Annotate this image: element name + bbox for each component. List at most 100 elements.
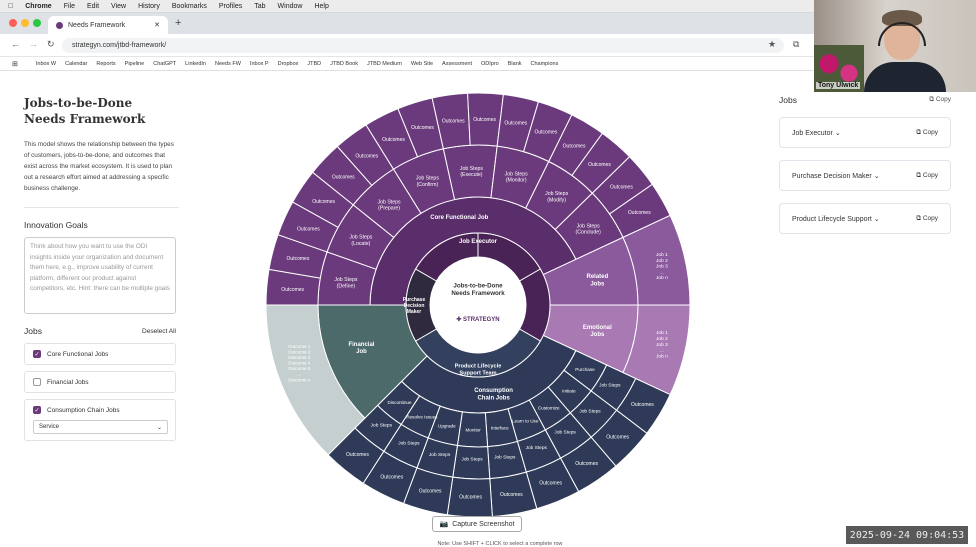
row-label: Product Lifecycle Support <box>792 215 872 223</box>
menu-bookmarks[interactable]: Bookmarks <box>172 3 207 10</box>
outcome-label: Outcomes <box>500 492 523 498</box>
forward-icon[interactable]: → <box>29 39 38 49</box>
minimize-window-icon[interactable] <box>21 19 29 27</box>
chain-item-label: Resolve Issues <box>406 414 438 419</box>
menu-chrome[interactable]: Chrome <box>25 3 51 10</box>
outcome-label: Outcomes <box>588 162 611 168</box>
divider <box>24 207 179 208</box>
service-select-value: Service <box>39 424 60 430</box>
right-panel: Jobs ⧉ Copy Job Executor ⌄ ⧉ Copy Purcha… <box>779 95 954 234</box>
capture-screenshot-button[interactable]: 📷 Capture Screenshot <box>432 516 522 532</box>
job-toggle-label: Core Functional Jobs <box>47 350 109 358</box>
copy-button[interactable]: ⧉ Copy <box>916 129 938 137</box>
bookmark-calendar[interactable]: Calendar <box>65 61 87 67</box>
needs-framework-wheel[interactable]: Job Steps (Define) Outcomes Outcomes Job Ste… <box>264 93 692 517</box>
copy-all-button[interactable]: ⧉ Copy <box>929 96 951 104</box>
bookmark-dropbox[interactable]: Dropbox <box>278 61 299 67</box>
url-text: strategyn.com/jtbd-framework/ <box>72 42 167 49</box>
job-executor-row[interactable]: Job Executor ⌄ ⧉ Copy <box>779 117 951 148</box>
product-lifecycle-support-row[interactable]: Product Lifecycle Support ⌄ ⧉ Copy <box>779 203 951 234</box>
bookmark-reports[interactable]: Reports <box>96 61 115 67</box>
outcome-label: Outcomes <box>473 117 496 123</box>
chain-item-label: Monitor <box>465 428 481 433</box>
bookmark-jtbd-medium[interactable]: JTBD Medium <box>367 61 402 67</box>
copy-label: Copy <box>922 214 938 222</box>
chain-item-label: Interface <box>491 426 509 431</box>
core-job-step-label: Job Steps (Modify) <box>545 191 568 203</box>
job-toggle-consumption-chain[interactable]: ✓ Consumption Chain Jobs Service ⌄ <box>24 399 176 441</box>
chain-item-label: Purchase <box>575 367 595 372</box>
participant-name: Tony Ulwick <box>816 82 861 89</box>
row-label: Purchase Decision Maker <box>792 172 872 180</box>
menu-edit[interactable]: Edit <box>87 3 99 10</box>
apps-icon[interactable]: ⊞ <box>12 60 18 68</box>
bookmark-champions[interactable]: Champions <box>531 61 559 67</box>
menu-tab[interactable]: Tab <box>254 3 265 10</box>
copy-label: Copy <box>922 171 938 179</box>
bookmark-odipro[interactable]: ODIpro <box>481 61 499 67</box>
chevron-down-icon: ⌄ <box>156 424 162 431</box>
bookmark-star-icon[interactable]: ★ <box>768 39 776 50</box>
bookmark-jtbd-book[interactable]: JTBD Book <box>330 61 358 67</box>
outcome-label: Outcomes <box>459 495 482 501</box>
job-steps-label: Job Steps <box>461 457 483 463</box>
purchase-decision-maker-row[interactable]: Purchase Decision Maker ⌄ ⧉ Copy <box>779 160 951 191</box>
apple-icon[interactable]:  <box>8 3 13 10</box>
chain-item-label: Customize <box>538 406 560 411</box>
menu-view[interactable]: View <box>111 3 126 10</box>
innovation-goals-textarea[interactable]: Think about how you want to use the ODI … <box>24 237 176 314</box>
core-job-step-label: Job Steps (Conclude) <box>575 223 601 235</box>
menu-window[interactable]: Window <box>278 3 303 10</box>
bookmark-web-site[interactable]: Web Site <box>411 61 433 67</box>
bookmark-needs-fw[interactable]: Needs FW <box>215 61 241 67</box>
address-bar-row: ← → ↻ strategyn.com/jtbd-framework/ ★ ⧉ <box>0 34 815 57</box>
checkbox-checked-icon[interactable]: ✓ <box>33 406 41 414</box>
job-executor-toggle[interactable]: Job Executor ⌄ <box>792 129 841 137</box>
core-job-step-label: Job Steps (Locate) <box>349 235 372 247</box>
chain-item-label: Discontinue <box>388 400 412 405</box>
new-tab-button[interactable]: + <box>175 17 181 29</box>
tab-needs-framework[interactable]: Needs Framework ✕ <box>48 16 168 34</box>
close-window-icon[interactable] <box>9 19 17 27</box>
purchase-decision-maker-toggle[interactable]: Purchase Decision Maker ⌄ <box>792 172 880 180</box>
product-lifecycle-support-toggle[interactable]: Product Lifecycle Support ⌄ <box>792 215 880 223</box>
deselect-all-button[interactable]: Deselect All <box>142 328 176 335</box>
bookmark-assessment[interactable]: Assessment <box>442 61 472 67</box>
close-tab-icon[interactable]: ✕ <box>154 21 160 29</box>
reload-icon[interactable]: ↻ <box>47 39 55 50</box>
back-icon[interactable]: ← <box>11 39 20 49</box>
bookmark-pipeline[interactable]: Pipeline <box>125 61 145 67</box>
copy-button[interactable]: ⧉ Copy <box>916 172 938 180</box>
extensions-icon[interactable]: ⧉ <box>793 39 799 50</box>
menu-profiles[interactable]: Profiles <box>219 3 242 10</box>
job-toggle-core-functional[interactable]: ✓ Core Functional Jobs <box>24 343 176 365</box>
bookmark-linkedin[interactable]: LinkedIn <box>185 61 206 67</box>
checkbox-checked-icon[interactable]: ✓ <box>33 350 41 358</box>
outcome-label: Outcomes <box>411 125 434 131</box>
core-functional-job-label: Core Functional Job <box>430 215 488 221</box>
service-select[interactable]: Service ⌄ <box>33 420 168 434</box>
outcome-label: Outcomes <box>312 199 335 205</box>
outcome-label: Outcomes <box>332 174 355 180</box>
checkbox-unchecked-icon[interactable] <box>33 378 41 386</box>
copy-button[interactable]: ⧉ Copy <box>916 215 938 223</box>
bookmark-inbox-w[interactable]: Inbox W <box>36 61 56 67</box>
outcome-label: Outcomes <box>563 143 586 149</box>
outcome-label: Outcomes <box>281 287 304 293</box>
page-title-line2: Needs Framework <box>24 112 146 126</box>
job-toggle-financial[interactable]: Financial Jobs <box>24 371 176 393</box>
menu-help[interactable]: Help <box>314 3 328 10</box>
core-job-step-label: Job Steps (Execute) <box>460 166 483 178</box>
bookmark-inbox-p[interactable]: Inbox P <box>250 61 269 67</box>
selection-note: Note: Use SHIFT + CLICK to select a comp… <box>437 541 563 547</box>
bookmark-jtbd[interactable]: JTBD <box>307 61 321 67</box>
wheel-center <box>430 257 526 353</box>
url-field[interactable]: strategyn.com/jtbd-framework/ <box>62 38 784 53</box>
zoom-window-icon[interactable] <box>33 19 41 27</box>
menu-history[interactable]: History <box>138 3 160 10</box>
bookmark-blank[interactable]: Blank <box>508 61 522 67</box>
bookmark-chatgpt[interactable]: ChatGPT <box>153 61 176 67</box>
outcome-label: Outcomes <box>419 489 442 495</box>
menu-file[interactable]: File <box>64 3 75 10</box>
outcome-label: Outcomes <box>606 435 629 441</box>
